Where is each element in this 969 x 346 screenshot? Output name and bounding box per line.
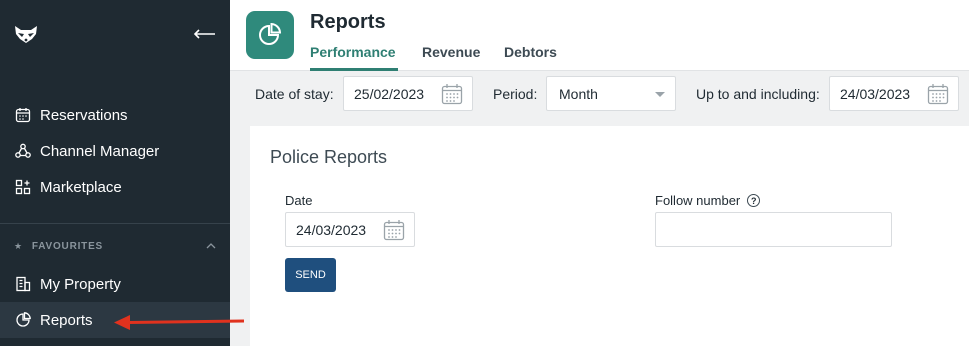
page-header: Reports Performance Revenue Debtors bbox=[230, 0, 969, 71]
tab-performance[interactable]: Performance bbox=[310, 44, 396, 60]
up-to-date-value: 24/03/2023 bbox=[840, 85, 911, 102]
police-reports-card: Police Reports Date 24/03/2023 Follow nu… bbox=[250, 126, 969, 346]
marketplace-icon bbox=[14, 178, 32, 196]
sidebar-divider bbox=[0, 223, 230, 224]
follow-number-field-label: Follow number ? bbox=[655, 193, 761, 208]
channel-icon bbox=[14, 142, 32, 160]
sidebar-item-my-property[interactable]: My Property bbox=[0, 266, 230, 302]
sidebar-item-label: Reports bbox=[40, 311, 93, 329]
period-select[interactable]: Month bbox=[546, 76, 676, 111]
active-tab-indicator bbox=[310, 68, 398, 71]
send-button[interactable]: SEND bbox=[285, 258, 336, 292]
card-title: Police Reports bbox=[270, 147, 388, 167]
tab-debtors[interactable]: Debtors bbox=[504, 44, 557, 60]
reports-app-icon bbox=[246, 11, 294, 59]
follow-number-input[interactable] bbox=[655, 212, 892, 247]
favourites-header[interactable]: ★ FAVOURITES bbox=[14, 241, 216, 252]
period-value: Month bbox=[559, 85, 598, 102]
star-icon: ★ bbox=[14, 241, 23, 251]
date-field-label: Date bbox=[285, 193, 312, 208]
sidebar-item-marketplace[interactable]: Marketplace bbox=[0, 169, 230, 205]
tab-revenue[interactable]: Revenue bbox=[422, 44, 480, 60]
sidebar-item-label: Reservations bbox=[40, 106, 128, 124]
date-of-stay-value: 25/02/2023 bbox=[354, 85, 425, 102]
sidebar-item-label: Marketplace bbox=[40, 178, 122, 196]
period-label: Period: bbox=[493, 86, 538, 102]
sidebar: Reservations Channel Manager Marketplace… bbox=[0, 0, 230, 346]
date-of-stay-label: Date of stay: bbox=[255, 86, 334, 102]
up-to-date-input[interactable]: 24/03/2023 bbox=[829, 76, 959, 111]
report-date-value: 24/03/2023 bbox=[296, 221, 367, 238]
sidebar-item-reservations[interactable]: Reservations bbox=[0, 97, 230, 133]
report-date-input[interactable]: 24/03/2023 bbox=[285, 212, 415, 247]
sidebar-item-label: Channel Manager bbox=[40, 142, 160, 160]
building-icon bbox=[14, 275, 32, 293]
favourites-label: FAVOURITES bbox=[31, 241, 104, 252]
calendar-icon[interactable] bbox=[383, 219, 405, 241]
date-of-stay-input[interactable]: 25/02/2023 bbox=[343, 76, 473, 111]
calendar-icon[interactable] bbox=[441, 83, 463, 105]
annotation-arrow-icon bbox=[114, 315, 245, 330]
collapse-sidebar-icon[interactable] bbox=[191, 23, 217, 45]
calendar-icon bbox=[14, 106, 32, 124]
up-to-label: Up to and including: bbox=[696, 86, 820, 102]
raccoon-logo-icon[interactable] bbox=[13, 24, 39, 46]
calendar-icon[interactable] bbox=[927, 83, 949, 105]
page-title: Reports bbox=[310, 11, 386, 33]
follow-number-label-text: Follow number bbox=[655, 193, 741, 208]
chevron-down-icon bbox=[655, 92, 665, 97]
help-icon[interactable]: ? bbox=[747, 194, 761, 207]
date-label-text: Date bbox=[285, 193, 313, 208]
chevron-up-icon[interactable] bbox=[206, 241, 216, 252]
sidebar-item-label: My Property bbox=[40, 275, 121, 293]
sidebar-item-channel-manager[interactable]: Channel Manager bbox=[0, 133, 230, 169]
pie-chart-icon bbox=[259, 22, 282, 45]
pie-chart-icon bbox=[14, 311, 32, 329]
